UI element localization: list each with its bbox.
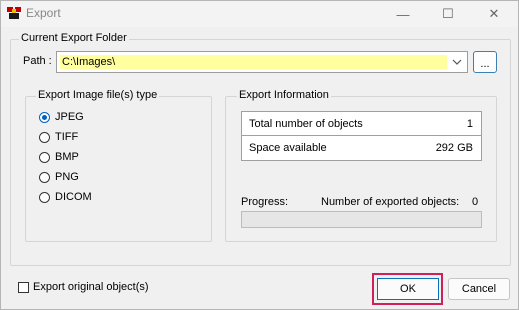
checkbox-label: Export original object(s) [33, 281, 149, 293]
export-info-table: Total number of objects 1 Space availabl… [241, 111, 482, 161]
export-dialog: Export — ☐ ✕ Current Export Folder Path … [0, 0, 519, 310]
radio-bmp[interactable]: BMP [39, 149, 79, 165]
info-label: Total number of objects [249, 118, 363, 130]
title-bar: Export — ☐ ✕ [1, 1, 518, 27]
minimize-button[interactable]: — [380, 1, 426, 27]
export-original-checkbox[interactable]: Export original object(s) [18, 281, 149, 293]
progress-label: Progress: [241, 196, 289, 208]
export-folder-legend: Current Export Folder [19, 32, 129, 44]
exported-count-label: Number of exported objects: [321, 196, 460, 208]
radio-label: TIFF [55, 131, 79, 143]
path-value[interactable]: C:\Images\ [60, 55, 447, 69]
radio-button-selected[interactable] [39, 111, 50, 123]
progress-bar [241, 211, 482, 228]
app-icon [7, 7, 21, 19]
radio-label: DICOM [55, 191, 92, 203]
radio-dicom[interactable]: DICOM [39, 189, 92, 205]
info-row-total: Total number of objects 1 [242, 112, 481, 136]
radio-button[interactable] [39, 171, 50, 183]
radio-button[interactable] [39, 131, 50, 143]
window-title: Export [26, 6, 61, 20]
path-combobox[interactable]: C:\Images\ [56, 51, 468, 73]
info-row-space: Space available 292 GB [242, 136, 481, 160]
info-value: 1 [466, 118, 473, 130]
chevron-down-icon[interactable] [450, 54, 464, 70]
path-label: Path : [23, 55, 52, 67]
close-button[interactable]: ✕ [471, 1, 517, 27]
checkbox[interactable] [18, 281, 29, 293]
radio-label: JPEG [55, 111, 84, 123]
exported-count-value: 0 [472, 196, 479, 208]
radio-label: PNG [55, 171, 79, 183]
browse-button[interactable]: ... [473, 51, 497, 73]
radio-tiff[interactable]: TIFF [39, 129, 78, 145]
maximize-button[interactable]: ☐ [425, 1, 471, 27]
radio-png[interactable]: PNG [39, 169, 79, 185]
file-type-legend: Export Image file(s) type [36, 89, 160, 101]
info-value: 292 GB [435, 142, 473, 154]
cancel-button[interactable]: Cancel [448, 278, 510, 300]
radio-button[interactable] [39, 151, 50, 163]
ok-button[interactable]: OK [377, 278, 439, 300]
radio-button[interactable] [39, 191, 50, 203]
export-info-legend: Export Information [237, 89, 331, 101]
radio-label: BMP [55, 151, 79, 163]
info-label: Space available [249, 142, 327, 154]
radio-jpeg[interactable]: JPEG [39, 109, 84, 125]
